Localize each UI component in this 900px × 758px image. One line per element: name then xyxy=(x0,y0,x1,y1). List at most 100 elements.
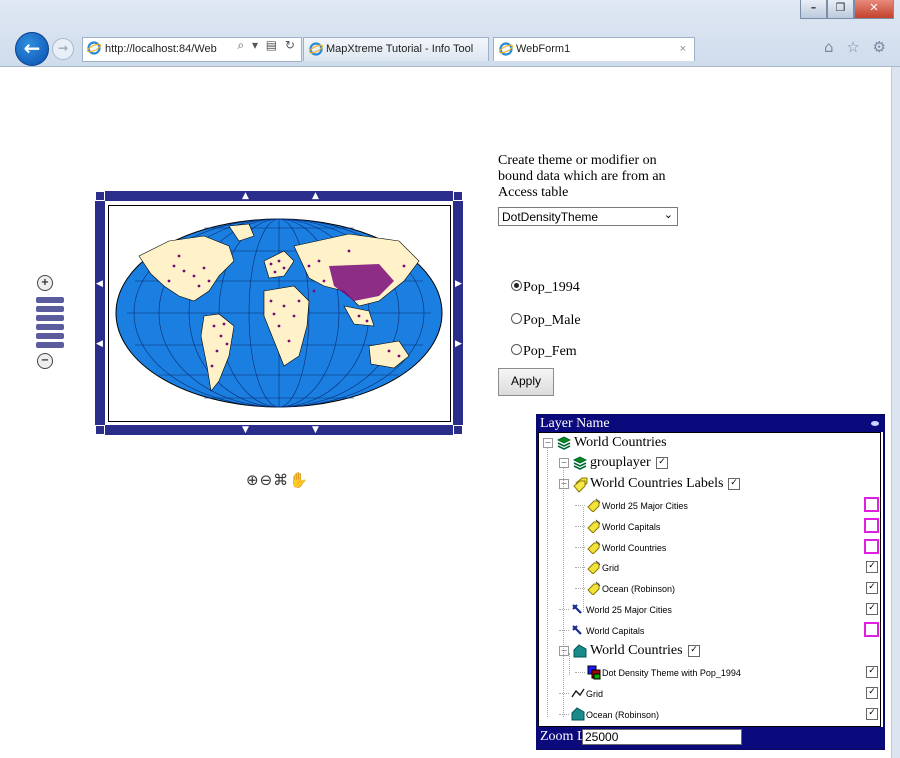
collapse-toggle-icon[interactable]: − xyxy=(559,458,569,468)
world-map-graphic xyxy=(115,218,443,408)
pan-south-bar[interactable]: ▼ ▼ xyxy=(105,425,453,435)
layer-row[interactable]: − World Countries ✓ xyxy=(539,641,882,661)
zoom-step[interactable] xyxy=(36,297,64,303)
layer-label: World Capitals xyxy=(586,626,645,636)
address-bar[interactable]: http://localhost:84/Web ⌕ ▾ ▤ ↻ xyxy=(82,37,302,62)
back-arrow-icon[interactable]: ← xyxy=(15,32,49,66)
layer-row[interactable]: Ocean (Robinson) ✓ xyxy=(539,578,882,598)
point-layer-icon xyxy=(571,623,583,641)
theme-dropdown[interactable]: DotDensityTheme ⌄ xyxy=(498,207,678,226)
layer-row[interactable]: World 25 Major Cities xyxy=(539,495,882,515)
layer-name-header: Layer Name xyxy=(540,416,610,431)
radio-label: Pop_1994 xyxy=(523,280,580,295)
tab-close-icon[interactable]: × xyxy=(680,38,686,61)
layer-label: grouplayer xyxy=(590,455,651,470)
zoom-step[interactable] xyxy=(36,324,64,330)
tab-webform1[interactable]: WebForm1 × xyxy=(493,37,695,61)
layer-visible-checkbox[interactable]: ✓ xyxy=(866,708,878,720)
layer-label: Ocean (Robinson) xyxy=(586,710,660,720)
zoom-step[interactable] xyxy=(36,342,64,348)
pan-northwest[interactable] xyxy=(96,192,104,200)
layer-row[interactable]: Dot Density Theme with Pop_1994 ✓ xyxy=(539,662,882,682)
layer-visible-checkbox[interactable]: ✓ xyxy=(866,561,878,573)
tree-line xyxy=(559,714,569,715)
ie-logo-icon xyxy=(87,41,101,55)
radio-button[interactable] xyxy=(511,280,522,291)
layer-visible-checkbox[interactable]: ✓ xyxy=(688,645,700,657)
theme-dropdown-value: DotDensityTheme xyxy=(502,210,599,224)
layer-group-icon xyxy=(572,456,588,475)
layer-row[interactable]: − World Countries xyxy=(539,433,882,453)
pan-northeast[interactable] xyxy=(454,192,462,200)
maximize-button[interactable]: ❐ xyxy=(827,0,854,19)
map-tools[interactable]: ⊕⊖⌘✋ xyxy=(246,471,309,489)
zoom-out-icon[interactable]: − xyxy=(37,353,53,369)
tab-info-tool[interactable]: MapXtreme Tutorial - Info Tool xyxy=(303,37,489,61)
layer-visible-checkbox-highlighted[interactable] xyxy=(864,497,879,512)
collapse-icon[interactable] xyxy=(871,421,879,426)
layer-visible-checkbox[interactable]: ✓ xyxy=(866,582,878,594)
map-image[interactable] xyxy=(108,205,451,422)
layer-visible-checkbox[interactable]: ✓ xyxy=(866,603,878,615)
layer-visible-checkbox[interactable]: ✓ xyxy=(728,478,740,490)
tab-label: MapXtreme Tutorial - Info Tool xyxy=(326,43,474,55)
collapse-toggle-icon[interactable]: − xyxy=(559,646,569,656)
layer-visible-checkbox[interactable]: ✓ xyxy=(866,666,878,678)
layer-visible-checkbox-highlighted[interactable] xyxy=(864,622,879,637)
layer-label: Dot Density Theme with Pop_1994 xyxy=(602,668,741,678)
layer-visible-checkbox-highlighted[interactable] xyxy=(864,539,879,554)
layer-label: Grid xyxy=(586,689,604,699)
zoom-level-input[interactable]: 25000 xyxy=(582,729,742,745)
apply-button[interactable]: Apply xyxy=(498,368,554,396)
layer-row[interactable]: − World Countries Labels ✓ xyxy=(539,474,882,494)
zoom-step[interactable] xyxy=(36,315,64,321)
minimize-button[interactable]: – xyxy=(800,0,827,19)
tree-line xyxy=(575,547,585,548)
layer-visible-checkbox-highlighted[interactable] xyxy=(864,518,879,533)
zoom-level-bar: Zoom Level 25000 xyxy=(538,727,883,748)
layer-label: World Countries xyxy=(574,435,667,450)
radio-pop-male[interactable]: Pop_Male xyxy=(511,313,581,329)
zoom-in-icon[interactable]: + xyxy=(37,275,53,291)
zoom-step[interactable] xyxy=(36,306,64,312)
line-layer-icon xyxy=(571,686,585,704)
collapse-toggle-icon[interactable]: − xyxy=(559,479,569,489)
radio-button[interactable] xyxy=(511,313,522,324)
layer-row[interactable]: Ocean (Robinson) ✓ xyxy=(539,704,882,724)
radio-pop-fem[interactable]: Pop_Fem xyxy=(511,344,577,360)
region-layer-icon xyxy=(573,644,587,663)
layer-row[interactable]: World Capitals xyxy=(539,516,882,536)
layer-label: Grid xyxy=(602,563,620,573)
pan-west-bar[interactable]: ◀ ◀ xyxy=(95,201,105,425)
layer-row[interactable]: Grid ✓ xyxy=(539,557,882,577)
zoom-bar-tool[interactable]: + − xyxy=(36,275,68,369)
radio-label: Pop_Male xyxy=(523,313,581,328)
radio-pop-1994[interactable]: Pop_1994 xyxy=(511,280,580,296)
pan-southwest[interactable] xyxy=(96,426,104,434)
pan-north-bar[interactable]: ▲ ▲ xyxy=(105,191,453,201)
tree-line xyxy=(575,526,585,527)
pan-southeast[interactable] xyxy=(454,426,462,434)
chevron-down-icon: ⌄ xyxy=(663,208,673,221)
layer-label: World Countries xyxy=(602,543,667,553)
label-tag-icon xyxy=(587,581,601,600)
layer-row[interactable]: World Capitals xyxy=(539,620,882,640)
radio-label: Pop_Fem xyxy=(523,344,577,359)
close-window-button[interactable]: ✕ xyxy=(854,0,894,19)
radio-button[interactable] xyxy=(511,344,522,355)
forward-arrow-icon[interactable]: → xyxy=(52,38,74,60)
address-controls[interactable]: ⌕ ▾ ▤ ↻ xyxy=(237,38,297,53)
address-url: http://localhost:84/Web xyxy=(105,43,217,55)
toolbar-icons[interactable]: ⌂ ☆ ⚙ xyxy=(824,38,890,56)
zoom-step[interactable] xyxy=(36,333,64,339)
layer-row[interactable]: World Countries xyxy=(539,537,882,557)
layer-row[interactable]: Grid ✓ xyxy=(539,683,882,703)
tree-line xyxy=(575,672,585,673)
layer-visible-checkbox[interactable]: ✓ xyxy=(656,457,668,469)
pan-east-bar[interactable]: ▶ ▶ xyxy=(453,201,463,425)
tab-label: WebForm1 xyxy=(516,43,571,55)
layer-row[interactable]: World 25 Major Cities ✓ xyxy=(539,599,882,619)
layer-visible-checkbox[interactable]: ✓ xyxy=(866,687,878,699)
collapse-toggle-icon[interactable]: − xyxy=(543,438,553,448)
layer-row[interactable]: − grouplayer ✓ xyxy=(539,453,882,473)
